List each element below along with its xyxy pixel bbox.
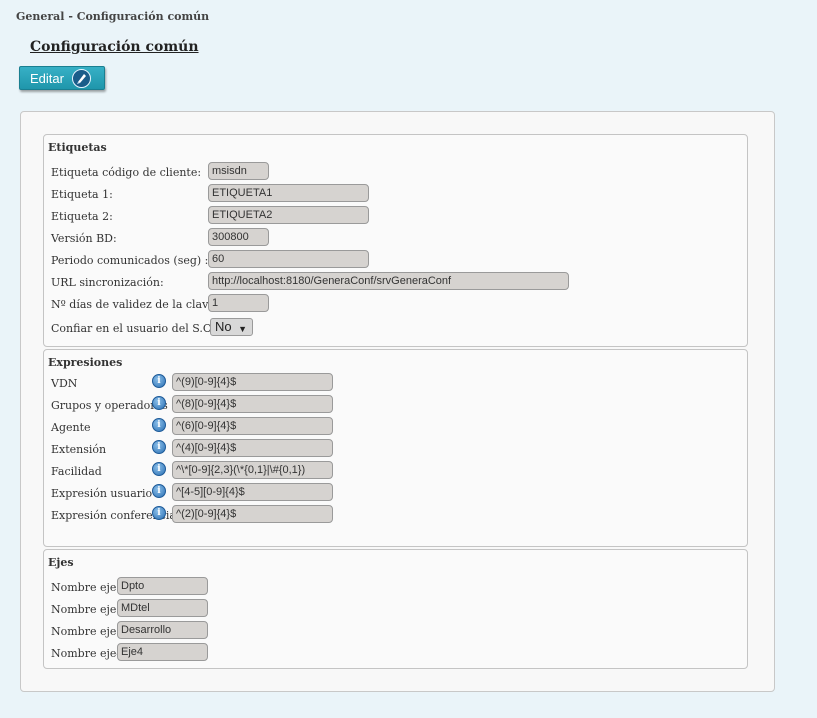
url-sincronizacion-input[interactable] [208,272,569,290]
expresiones-legend: Expresiones [48,356,123,369]
etiquetas-legend: Etiquetas [48,141,107,154]
version-bd-input[interactable] [208,228,269,246]
periodo-comunicados-input[interactable] [208,250,369,268]
page-title: Configuración común [30,39,199,55]
extension-input[interactable] [172,439,333,457]
expresion-conferencia-input[interactable] [172,505,333,523]
vdn-input[interactable] [172,373,333,391]
field-label: Expresión usuario [51,487,153,500]
info-icon[interactable]: i [152,484,166,498]
nombre-eje2-input[interactable] [117,599,208,617]
info-icon[interactable]: i [152,396,166,410]
field-label: Etiqueta 1: [51,188,113,201]
chevron-down-icon: ▼ [238,324,247,334]
expresion-usuario-input[interactable] [172,483,333,501]
field-label: URL sincronización: [51,276,164,289]
expresiones-group: Expresiones VDN i Grupos y operadoras i … [43,349,748,547]
confiar-usuario-value: No [215,319,232,334]
field-label: VDN [51,377,78,390]
edit-button-label: Editar [30,71,64,86]
edit-button[interactable]: Editar [19,66,105,90]
field-label: Etiqueta código de cliente: [51,166,202,179]
info-icon[interactable]: i [152,374,166,388]
field-label: Facilidad [51,465,102,478]
field-label: Versión BD: [51,232,117,245]
field-label: Nombre eje1: [51,581,128,594]
ejes-group: Ejes Nombre eje1: Nombre eje2: Nombre ej… [43,549,748,669]
info-icon[interactable]: i [152,418,166,432]
pen-icon [72,69,91,88]
info-icon[interactable]: i [152,440,166,454]
field-label: Etiqueta 2: [51,210,113,223]
nombre-eje3-input[interactable] [117,621,208,639]
field-label: Nº días de validez de la clave: [51,298,219,311]
nombre-eje1-input[interactable] [117,577,208,595]
etiquetas-group: Etiquetas Etiqueta código de cliente: Et… [43,134,748,347]
field-label: Nombre eje2: [51,603,128,616]
etiqueta-1-input[interactable] [208,184,369,202]
info-icon[interactable]: i [152,506,166,520]
info-icon[interactable]: i [152,462,166,476]
nombre-eje4-input[interactable] [117,643,208,661]
ejes-legend: Ejes [48,556,74,569]
breadcrumb: General - Configuración común [16,10,210,23]
field-label: Agente [51,421,91,434]
field-label: Grupos y operadoras [51,399,168,412]
field-label: Nombre eje4: [51,647,128,660]
agente-input[interactable] [172,417,333,435]
dias-validez-clave-input[interactable] [208,294,269,312]
confiar-usuario-select[interactable]: No ▼ [210,318,253,336]
field-label: Confiar en el usuario del S.O.: [51,322,219,335]
config-panel: Etiquetas Etiqueta código de cliente: Et… [20,111,775,692]
facilidad-input[interactable] [172,461,333,479]
field-label: Nombre eje3: [51,625,128,638]
field-label: Extensión [51,443,107,456]
etiqueta-codigo-cliente-input[interactable] [208,162,269,180]
grupos-operadoras-input[interactable] [172,395,333,413]
etiqueta-2-input[interactable] [208,206,369,224]
field-label: Periodo comunicados (seg) : [51,254,209,267]
